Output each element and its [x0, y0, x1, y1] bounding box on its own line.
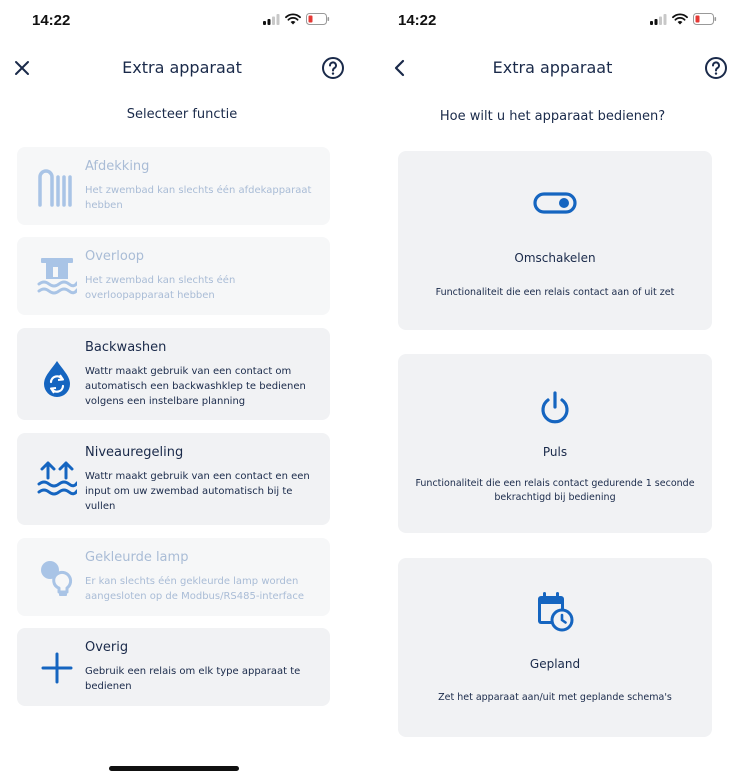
wifi-icon [672, 13, 688, 25]
function-card-niveauregeling[interactable]: Niveauregeling Wattr maakt gebruik van e… [17, 433, 330, 525]
function-description: Gebruik een relais om elk type apparaat … [85, 666, 301, 692]
calendar-clock-icon [538, 592, 574, 632]
function-card-backwashen[interactable]: Backwashen Wattr maakt gebruik van een c… [17, 328, 330, 420]
function-title: Overig [85, 640, 129, 655]
function-card-afdekking[interactable]: Afdekking Het zwembad kan slechts één af… [17, 147, 330, 225]
battery-icon [306, 13, 330, 25]
control-type-screen: 14:22 Extra apparaat Hoe wilt u het appa… [376, 0, 729, 782]
system-icons [650, 13, 717, 25]
function-card-overig[interactable]: Overig Gebruik een relais om elk type ap… [17, 628, 330, 706]
option-description: Functionaliteit die een relais contact a… [435, 287, 675, 298]
plus-icon [41, 652, 73, 684]
status-time: 14:22 [398, 12, 437, 29]
select-function-screen: 14:22 Extra apparaat Selecteer functie A… [0, 0, 364, 782]
wifi-icon [285, 13, 301, 25]
toggle-switch-icon [533, 192, 577, 214]
backwash-icon [44, 361, 70, 397]
home-indicator[interactable] [109, 766, 239, 771]
option-description: Functionaliteit die een relais contact g… [415, 478, 695, 503]
signal-icon [650, 13, 667, 25]
page-title: Extra apparaat [492, 58, 613, 77]
function-title: Overloop [85, 249, 145, 264]
help-icon[interactable] [320, 55, 346, 81]
function-title: Gekleurde lamp [85, 550, 189, 565]
option-title: Gepland [529, 657, 581, 671]
option-title: Omschakelen [514, 251, 596, 265]
colored-lamp-icon [41, 561, 73, 596]
option-card-omschakelen[interactable]: Omschakelen Functionaliteit die een rela… [398, 151, 712, 330]
page-title: Extra apparaat [122, 58, 242, 77]
status-bar: 14:22 [0, 0, 364, 40]
signal-icon [263, 13, 280, 25]
function-description: Het zwembad kan slechts één afdekapparaa… [85, 185, 312, 211]
status-bar: 14:22 [376, 0, 729, 40]
option-card-gepland[interactable]: Gepland Zet het apparaat aan/uit met gep… [398, 558, 712, 737]
pool-cover-icon [38, 169, 72, 207]
function-card-overloop[interactable]: Overloop Het zwembad kan slechts één ove… [17, 237, 330, 315]
function-description: Wattr maakt gebruik van een contact om a… [85, 366, 306, 407]
option-title: Puls [542, 445, 568, 459]
function-description: Wattr maakt gebruik van een contact en e… [85, 471, 310, 512]
function-title: Niveauregeling [85, 445, 184, 460]
status-time: 14:22 [32, 12, 71, 29]
option-card-puls[interactable]: Puls Functionaliteit die een relais cont… [398, 354, 712, 533]
function-title: Afdekking [85, 159, 150, 174]
section-subtitle: Hoe wilt u het apparaat bedienen? [439, 109, 666, 124]
header: Extra apparaat [376, 50, 729, 86]
power-icon [541, 391, 569, 424]
system-icons [263, 13, 330, 25]
function-description: Er kan slechts één gekleurde lamp worden… [85, 576, 305, 602]
function-card-gekleurde-lamp[interactable]: Gekleurde lamp Er kan slechts één gekleu… [17, 538, 330, 616]
header: Extra apparaat [0, 50, 364, 86]
overflow-icon [37, 258, 77, 295]
function-title: Backwashen [85, 340, 167, 355]
help-icon[interactable] [703, 55, 729, 81]
function-description: Het zwembad kan slechts één overloopappa… [85, 275, 236, 301]
battery-icon [693, 13, 717, 25]
section-subtitle: Selecteer functie [126, 107, 238, 122]
option-description: Zet het apparaat aan/uit met geplande sc… [438, 692, 672, 703]
level-control-icon [37, 461, 77, 496]
